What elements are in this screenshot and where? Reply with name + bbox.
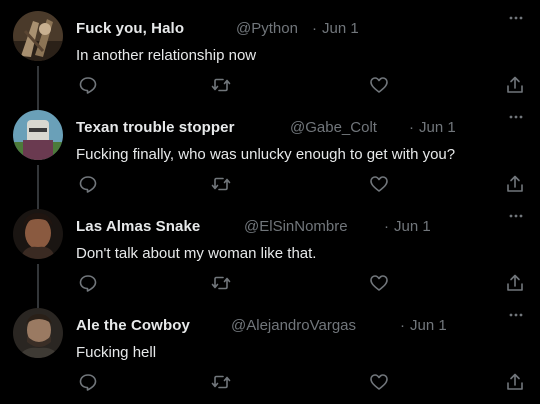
timestamp[interactable]: Jun 1 (419, 119, 456, 136)
like-icon[interactable] (369, 75, 389, 95)
retweet-icon[interactable] (211, 273, 231, 293)
retweet-icon[interactable] (211, 372, 231, 392)
tweet-header: Texan trouble stopper @Gabe_Colt · Jun 1 (76, 119, 496, 139)
share-icon[interactable] (505, 273, 525, 293)
action-bar (0, 75, 540, 97)
tweet[interactable]: Fuck you, Halo @Python · Jun 1 In anothe… (0, 0, 540, 99)
action-bar (0, 372, 540, 394)
avatar[interactable] (13, 209, 63, 259)
reply-icon[interactable] (78, 174, 98, 194)
more-icon[interactable] (508, 10, 524, 20)
more-icon[interactable] (508, 307, 524, 317)
timestamp[interactable]: Jun 1 (394, 218, 431, 235)
reply-icon[interactable] (78, 372, 98, 392)
user-handle[interactable]: @ElSinNombre (244, 218, 348, 235)
tweet[interactable]: Ale the Cowboy @AlejandroVargas · Jun 1 … (0, 297, 540, 396)
avatar[interactable] (13, 11, 63, 61)
like-icon[interactable] (369, 273, 389, 293)
display-name[interactable]: Fuck you, Halo (76, 20, 184, 37)
tweet-header: Ale the Cowboy @AlejandroVargas · Jun 1 (76, 317, 496, 337)
reply-icon[interactable] (78, 273, 98, 293)
display-name[interactable]: Las Almas Snake (76, 218, 200, 235)
tweet[interactable]: Las Almas Snake @ElSinNombre · Jun 1 Don… (0, 198, 540, 297)
retweet-icon[interactable] (211, 174, 231, 194)
like-icon[interactable] (369, 174, 389, 194)
tweet-text: In another relationship now (76, 47, 257, 64)
avatar[interactable] (13, 110, 63, 160)
avatar[interactable] (13, 308, 63, 358)
like-icon[interactable] (369, 372, 389, 392)
more-icon[interactable] (508, 208, 524, 218)
separator-dot: · (400, 317, 405, 334)
action-bar (0, 273, 540, 295)
share-icon[interactable] (505, 372, 525, 392)
user-handle[interactable]: @Python (236, 20, 298, 37)
separator-dot: · (409, 119, 414, 136)
user-handle[interactable]: @Gabe_Colt (290, 119, 377, 136)
share-icon[interactable] (505, 75, 525, 95)
retweet-icon[interactable] (211, 75, 231, 95)
display-name[interactable]: Ale the Cowboy (76, 317, 190, 334)
tweet-header: Las Almas Snake @ElSinNombre · Jun 1 (76, 218, 496, 238)
display-name[interactable]: Texan trouble stopper (76, 119, 235, 136)
action-bar (0, 174, 540, 196)
tweet[interactable]: Texan trouble stopper @Gabe_Colt · Jun 1… (0, 99, 540, 198)
tweet-text: Don't talk about my woman like that. (76, 245, 317, 262)
tweet-text: Fucking finally, who was unlucky enough … (76, 146, 456, 163)
timestamp[interactable]: Jun 1 (410, 317, 447, 334)
separator-dot: · (312, 20, 317, 37)
separator-dot: · (384, 218, 389, 235)
tweet-text: Fucking hell (76, 344, 157, 361)
reply-icon[interactable] (78, 75, 98, 95)
more-icon[interactable] (508, 109, 524, 119)
tweet-header: Fuck you, Halo @Python · Jun 1 (76, 20, 496, 40)
user-handle[interactable]: @AlejandroVargas (231, 317, 356, 334)
share-icon[interactable] (505, 174, 525, 194)
timestamp[interactable]: Jun 1 (322, 20, 359, 37)
